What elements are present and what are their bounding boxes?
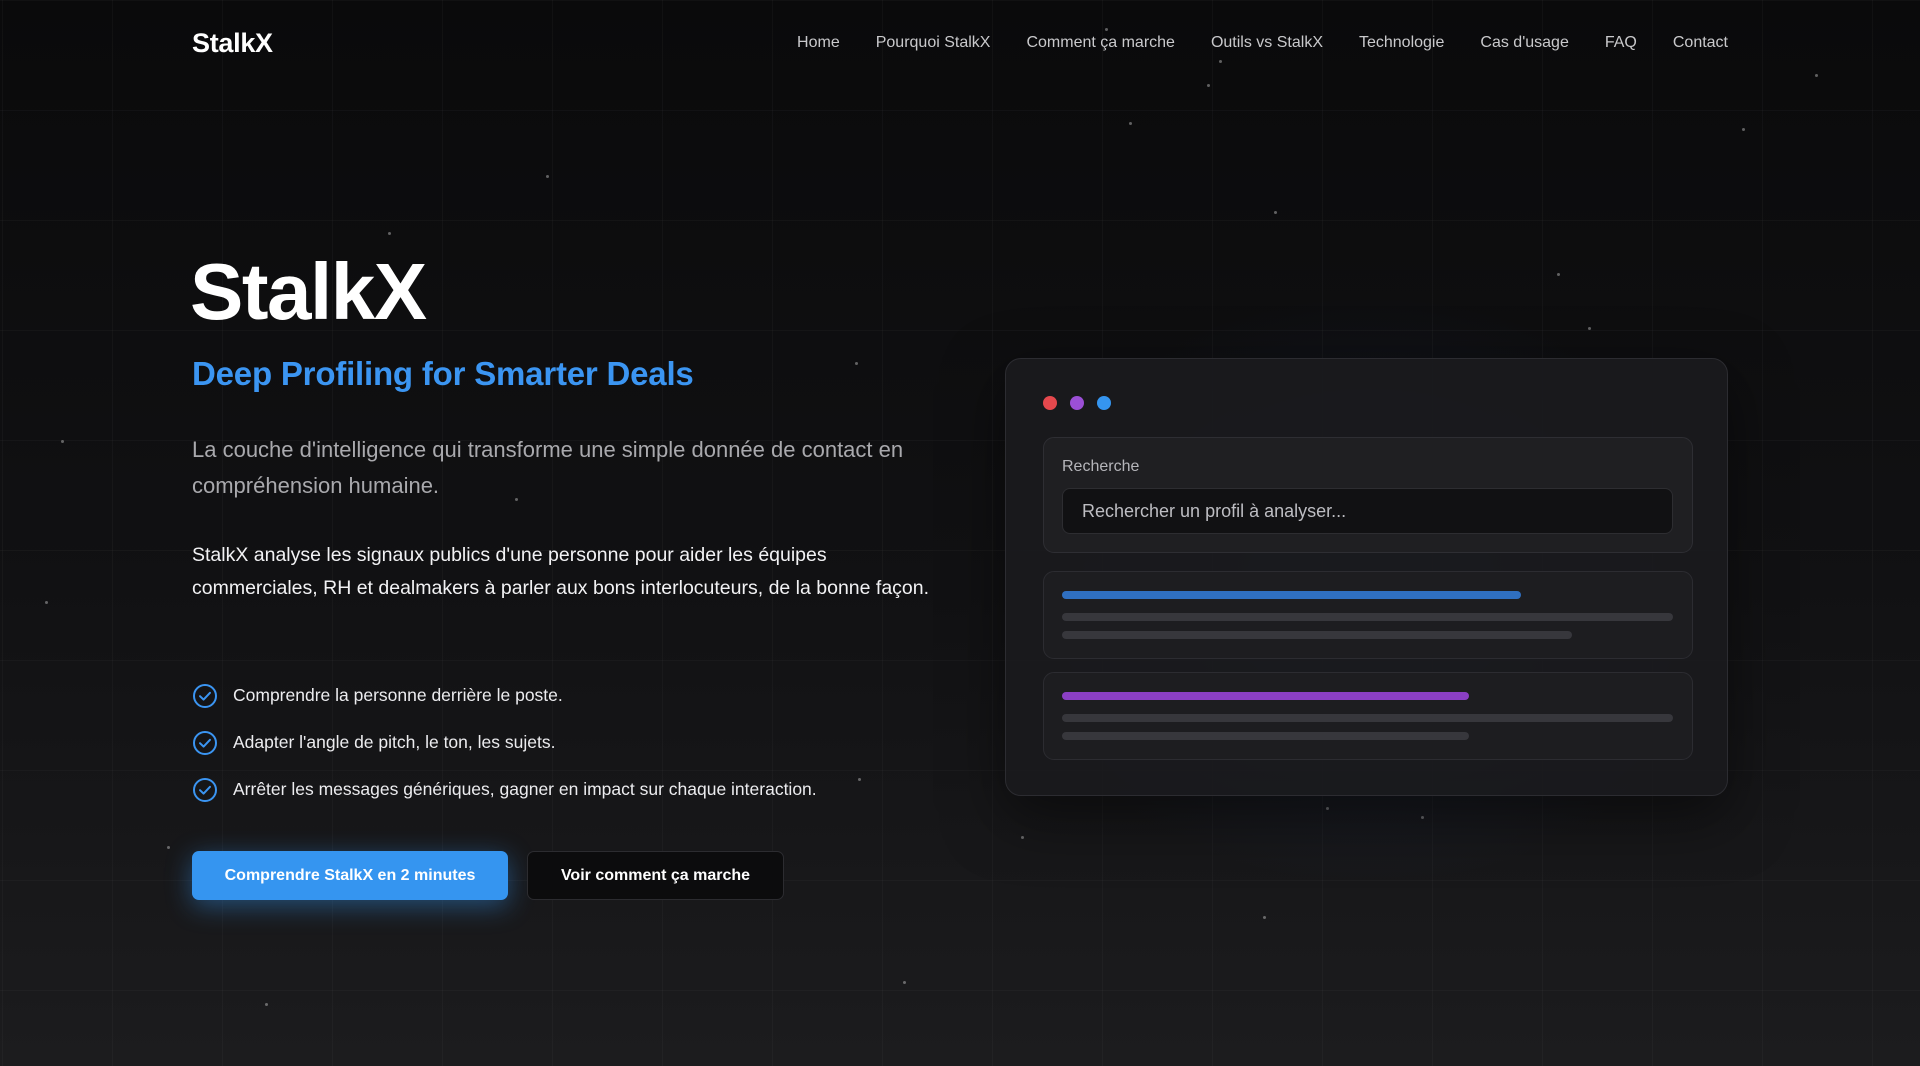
window-dot-purple [1070, 396, 1084, 410]
star-decoration [265, 1003, 268, 1006]
top-navigation: StalkX Home Pourquoi StalkX Comment ça m… [0, 0, 1920, 88]
nav-link-contact[interactable]: Contact [1673, 34, 1728, 52]
nav-link-tools-vs[interactable]: Outils vs StalkX [1211, 34, 1323, 52]
check-circle-icon [193, 777, 217, 802]
nav-link-use-cases[interactable]: Cas d'usage [1480, 34, 1568, 52]
result-text-line [1062, 613, 1673, 621]
nav-link-home[interactable]: Home [797, 34, 840, 52]
star-decoration [388, 232, 391, 235]
star-decoration [1421, 816, 1424, 819]
star-decoration [546, 175, 549, 178]
hero-lead: La couche d'intelligence qui transforme … [192, 437, 904, 498]
benefit-item: Comprendre la personne derrière le poste… [192, 672, 817, 719]
landing-page: StalkX Home Pourquoi StalkX Comment ça m… [0, 0, 1920, 1066]
search-label: Recherche [1062, 458, 1140, 475]
check-circle-icon [193, 683, 217, 708]
nav-link-technology[interactable]: Technologie [1359, 34, 1444, 52]
nav-link-faq[interactable]: FAQ [1605, 34, 1637, 52]
star-decoration [45, 601, 48, 604]
result-highlight-bar [1062, 692, 1469, 700]
result-text-line [1062, 714, 1673, 722]
app-preview-window: Recherche [1005, 358, 1728, 796]
star-decoration [61, 440, 64, 443]
hero-tagline: Deep Profiling for Smarter Deals [192, 355, 694, 392]
benefit-list: Comprendre la personne derrière le poste… [192, 672, 817, 813]
star-decoration [1129, 122, 1132, 125]
benefit-text: Arrêter les messages génériques, gagner … [233, 779, 817, 799]
nav-link-how-it-works[interactable]: Comment ça marche [1026, 34, 1175, 52]
star-decoration [1742, 128, 1745, 131]
star-decoration [855, 362, 858, 365]
star-decoration [903, 981, 906, 984]
star-decoration [1588, 327, 1591, 330]
star-decoration [1274, 211, 1277, 214]
profile-search-input[interactable] [1062, 488, 1673, 534]
star-decoration [1021, 836, 1024, 839]
benefit-item: Adapter l'angle de pitch, le ton, les su… [192, 719, 817, 766]
result-card [1043, 672, 1693, 760]
benefit-text: Adapter l'angle de pitch, le ton, les su… [233, 732, 556, 752]
benefit-item: Arrêter les messages génériques, gagner … [192, 766, 817, 813]
star-decoration [1326, 807, 1329, 810]
understand-stalkx-button[interactable]: Comprendre StalkX en 2 minutes [192, 851, 508, 900]
result-highlight-bar [1062, 591, 1521, 599]
nav-link-why[interactable]: Pourquoi StalkX [876, 34, 991, 52]
star-decoration [1557, 273, 1560, 276]
hero-description: StalkX analyse les signaux publics d'une… [192, 544, 930, 599]
window-dot-red [1043, 396, 1057, 410]
result-card [1043, 571, 1693, 659]
benefit-text: Comprendre la personne derrière le poste… [233, 685, 563, 705]
result-text-line [1062, 732, 1469, 740]
nav-links: Home Pourquoi StalkX Comment ça marche O… [797, 34, 1728, 52]
brand-logo[interactable]: StalkX [192, 28, 273, 59]
check-circle-icon [193, 730, 217, 755]
star-decoration [167, 846, 170, 849]
star-decoration [858, 778, 861, 781]
star-decoration [1263, 916, 1266, 919]
how-it-works-button[interactable]: Voir comment ça marche [527, 851, 784, 900]
search-panel: Recherche [1043, 437, 1693, 553]
hero-title: StalkX [190, 247, 427, 336]
window-dot-blue [1097, 396, 1111, 410]
result-text-line [1062, 631, 1572, 639]
